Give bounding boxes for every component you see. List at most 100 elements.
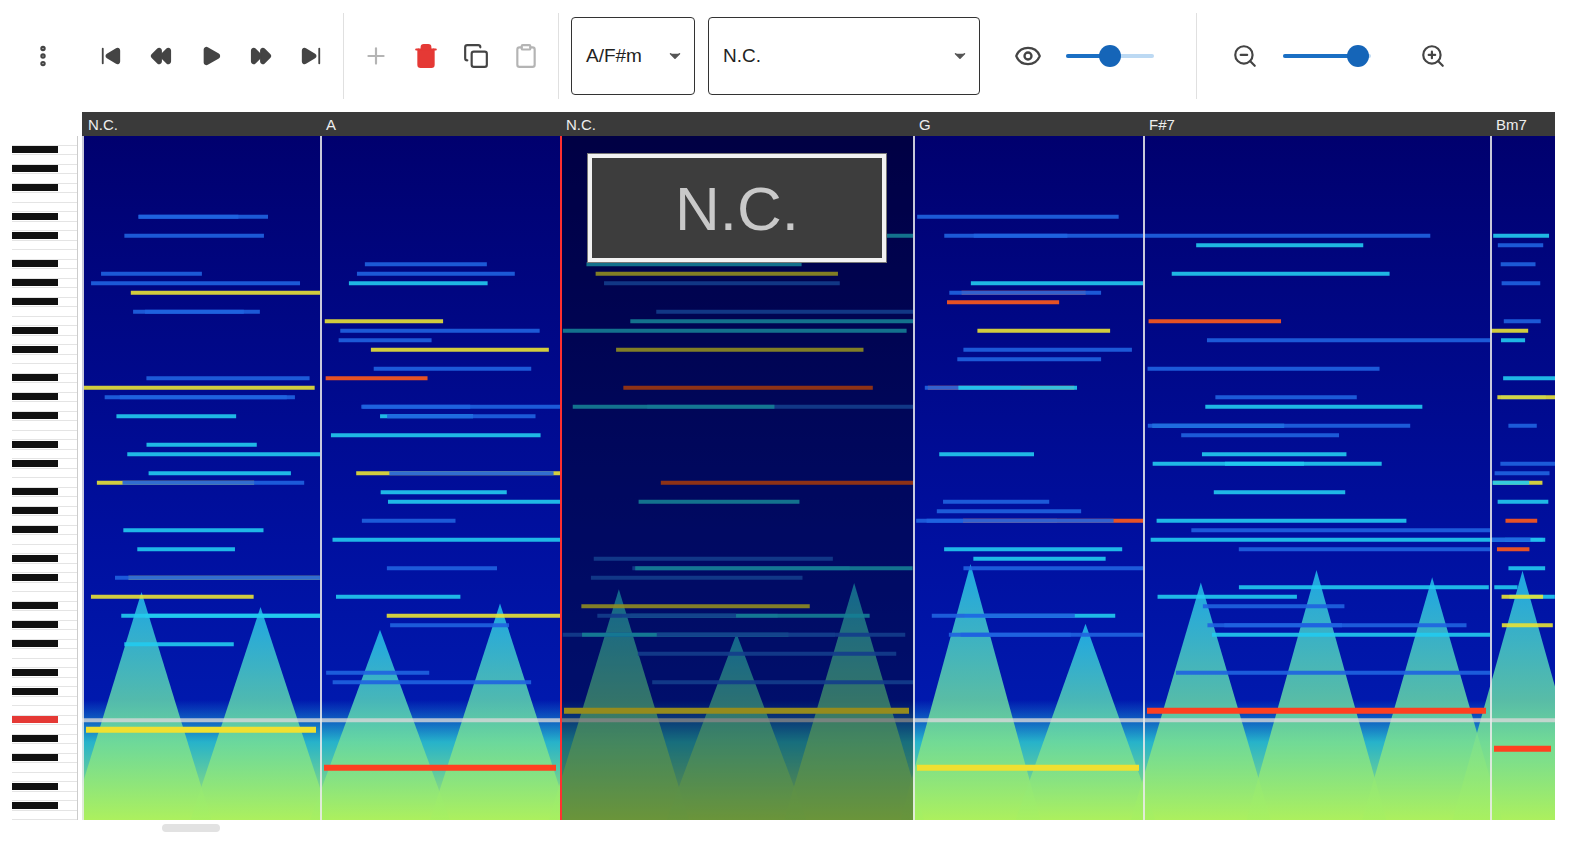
piano-key[interactable] — [12, 155, 77, 165]
piano-key[interactable] — [12, 507, 77, 517]
piano-key[interactable] — [12, 336, 77, 346]
piano-key[interactable] — [12, 649, 77, 659]
piano-key[interactable] — [12, 288, 77, 298]
piano-key[interactable] — [12, 317, 77, 327]
segment-boundary[interactable] — [82, 136, 84, 820]
piano-key[interactable] — [12, 174, 77, 184]
black-key[interactable] — [12, 232, 58, 239]
black-key[interactable] — [12, 460, 58, 467]
black-key[interactable] — [12, 716, 58, 723]
chord-label[interactable]: G — [913, 112, 1143, 136]
black-key[interactable] — [12, 393, 58, 400]
fast-forward-button[interactable] — [241, 36, 281, 76]
menu-button[interactable] — [23, 36, 63, 76]
segment-body[interactable]: N.C. — [560, 136, 913, 820]
black-key[interactable] — [12, 688, 58, 695]
piano-key[interactable] — [12, 440, 77, 450]
piano-key[interactable] — [12, 478, 77, 488]
paste-button[interactable] — [506, 36, 546, 76]
piano-key[interactable] — [12, 668, 77, 678]
black-key[interactable] — [12, 346, 58, 353]
piano-key[interactable] — [12, 811, 77, 821]
black-key[interactable] — [12, 735, 58, 742]
piano-key[interactable] — [12, 621, 77, 631]
zoom-slider[interactable] — [1283, 54, 1371, 58]
black-key[interactable] — [12, 602, 58, 609]
chord-label[interactable]: N.C. — [82, 112, 320, 136]
chord-label[interactable]: A — [320, 112, 560, 136]
piano-key[interactable] — [12, 782, 77, 792]
black-key[interactable] — [12, 165, 58, 172]
chord-segment[interactable]: F#7 — [1143, 112, 1490, 820]
piano-key[interactable] — [12, 412, 77, 422]
piano-key[interactable] — [12, 212, 77, 222]
slider-knob[interactable] — [1099, 45, 1121, 67]
play-button[interactable] — [191, 36, 231, 76]
piano-key[interactable] — [12, 146, 77, 156]
visibility-button[interactable] — [1008, 36, 1048, 76]
piano-key[interactable] — [12, 678, 77, 688]
piano-key[interactable] — [12, 184, 77, 194]
chord-segment[interactable]: G — [913, 112, 1143, 820]
piano-key[interactable] — [12, 744, 77, 754]
piano-key[interactable] — [12, 535, 77, 545]
piano-key[interactable] — [12, 364, 77, 374]
black-key[interactable] — [12, 298, 58, 305]
black-key[interactable] — [12, 621, 58, 628]
piano-key[interactable] — [12, 450, 77, 460]
piano-key[interactable] — [12, 554, 77, 564]
chord-segment[interactable]: N.C. — [82, 112, 320, 820]
black-key[interactable] — [12, 555, 58, 562]
zoom-out-button[interactable] — [1225, 36, 1265, 76]
piano-key[interactable] — [12, 431, 77, 441]
piano-key[interactable] — [12, 630, 77, 640]
black-key[interactable] — [12, 802, 58, 809]
piano-key[interactable] — [12, 260, 77, 270]
piano-key[interactable] — [12, 687, 77, 697]
piano-key[interactable] — [12, 393, 77, 403]
piano-key[interactable] — [12, 706, 77, 716]
black-key[interactable] — [12, 279, 58, 286]
piano-key[interactable] — [12, 136, 77, 146]
segment-body[interactable] — [320, 136, 560, 820]
piano-key[interactable] — [12, 345, 77, 355]
piano-key[interactable] — [12, 165, 77, 175]
segment-boundary[interactable] — [1143, 136, 1145, 820]
black-key[interactable] — [12, 441, 58, 448]
piano-key[interactable] — [12, 611, 77, 621]
piano-key[interactable] — [12, 801, 77, 811]
piano-key[interactable] — [12, 193, 77, 203]
segment-boundary[interactable] — [320, 136, 322, 820]
piano-key[interactable] — [12, 241, 77, 251]
black-key[interactable] — [12, 488, 58, 495]
piano-key[interactable] — [12, 792, 77, 802]
piano-key[interactable] — [12, 231, 77, 241]
chord-select[interactable]: N.C. — [708, 17, 980, 95]
piano-key[interactable] — [12, 763, 77, 773]
segment-boundary[interactable] — [913, 136, 915, 820]
black-key[interactable] — [12, 184, 58, 191]
black-key[interactable] — [12, 783, 58, 790]
chord-label[interactable]: N.C. — [560, 112, 913, 136]
black-key[interactable] — [12, 526, 58, 533]
piano-key[interactable] — [12, 497, 77, 507]
piano-key[interactable] — [12, 326, 77, 336]
piano-key[interactable] — [12, 402, 77, 412]
piano-key[interactable] — [12, 716, 77, 726]
black-key[interactable] — [12, 574, 58, 581]
black-key[interactable] — [12, 260, 58, 267]
slider-knob[interactable] — [1347, 45, 1369, 67]
chord-label[interactable]: F#7 — [1143, 112, 1490, 136]
segment-body[interactable] — [82, 136, 320, 820]
delete-button[interactable] — [406, 36, 446, 76]
piano-key[interactable] — [12, 421, 77, 431]
segment-boundary[interactable] — [1490, 136, 1492, 820]
black-key[interactable] — [12, 213, 58, 220]
zoom-in-button[interactable] — [1413, 36, 1453, 76]
black-key[interactable] — [12, 146, 58, 153]
piano-key[interactable] — [12, 592, 77, 602]
chord-segment[interactable]: N.C.N.C. — [560, 112, 913, 820]
skip-forward-button[interactable] — [291, 36, 331, 76]
piano-key[interactable] — [12, 355, 77, 365]
rewind-button[interactable] — [141, 36, 181, 76]
